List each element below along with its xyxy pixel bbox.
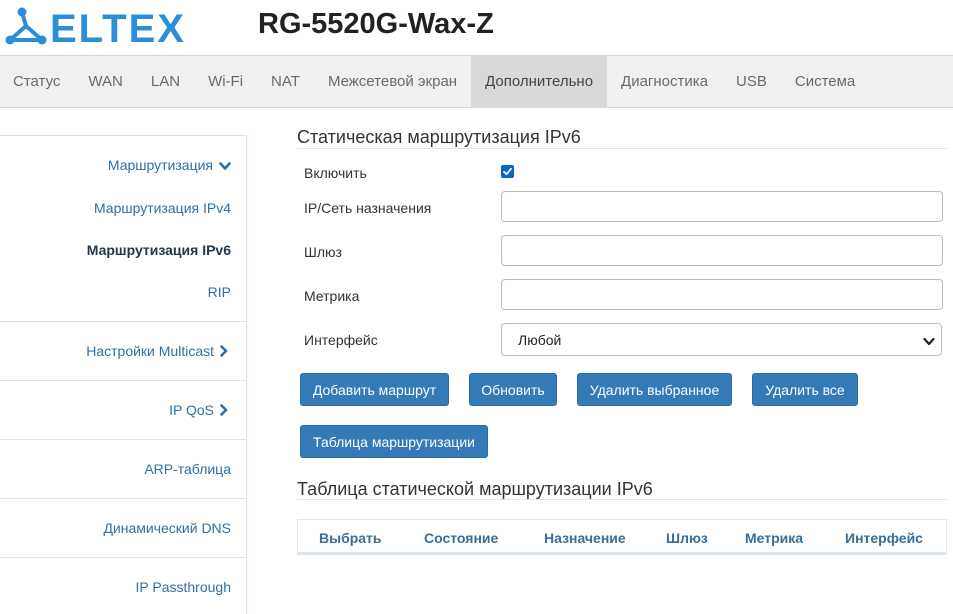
sidebar-divider bbox=[0, 557, 246, 558]
chevron-right-icon bbox=[220, 344, 228, 360]
refresh-button[interactable]: Обновить bbox=[469, 373, 557, 406]
gateway-label: Шлюз bbox=[304, 244, 342, 260]
routing-table-button[interactable]: Таблица маршрутизации bbox=[300, 425, 488, 458]
tab-diagnostics[interactable]: Диагностика bbox=[607, 56, 722, 107]
sidebar: Маршрутизация Маршрутизация IPv4 Маршрут… bbox=[0, 135, 247, 614]
add-route-button[interactable]: Добавить маршрут bbox=[300, 373, 449, 406]
tab-lan[interactable]: LAN bbox=[137, 56, 194, 107]
sidebar-item-routing[interactable]: Маршрутизация bbox=[108, 157, 231, 174]
tab-firewall[interactable]: Межсетевой экран bbox=[314, 56, 471, 107]
chevron-down-icon bbox=[219, 158, 231, 174]
logo-text: ELTEX bbox=[50, 7, 186, 46]
column-header-metric[interactable]: Метрика bbox=[745, 530, 803, 546]
sidebar-divider bbox=[0, 135, 246, 136]
sidebar-item-routing-ipv6[interactable]: Маршрутизация IPv6 bbox=[87, 242, 231, 258]
top-navigation: Статус WAN LAN Wi-Fi NAT Межсетевой экра… bbox=[0, 55, 953, 108]
eltex-logo-mark: ELTEX bbox=[5, 7, 186, 46]
sidebar-item-arp-table[interactable]: ARP-таблица bbox=[144, 461, 231, 477]
interface-select-value: Любой bbox=[518, 332, 562, 348]
sidebar-item-ip-qos[interactable]: IP QoS bbox=[169, 402, 228, 419]
sidebar-divider bbox=[0, 380, 246, 381]
sidebar-item-routing-ipv4[interactable]: Маршрутизация IPv4 bbox=[94, 200, 231, 216]
interface-select[interactable]: Любой bbox=[501, 323, 942, 356]
column-header-state[interactable]: Состояние bbox=[424, 530, 498, 546]
interface-label: Интерфейс bbox=[304, 332, 378, 348]
metric-input[interactable] bbox=[501, 279, 943, 310]
sidebar-divider bbox=[0, 498, 246, 499]
chevron-down-icon bbox=[923, 334, 935, 352]
enable-label: Включить bbox=[304, 165, 367, 181]
metric-label: Метрика bbox=[304, 288, 360, 304]
gateway-input[interactable] bbox=[501, 235, 943, 266]
tab-wifi[interactable]: Wi-Fi bbox=[194, 56, 257, 107]
enable-checkbox[interactable] bbox=[501, 165, 514, 178]
eltex-logo[interactable]: ELTEX bbox=[4, 6, 196, 46]
tab-advanced[interactable]: Дополнительно bbox=[471, 56, 608, 107]
column-header-select[interactable]: Выбрать bbox=[319, 530, 382, 546]
column-header-gateway[interactable]: Шлюз bbox=[666, 530, 708, 546]
sidebar-divider bbox=[0, 439, 246, 440]
routing-table: Выбрать Состояние Назначение Шлюз Метрик… bbox=[297, 519, 947, 555]
column-header-interface[interactable]: Интерфейс bbox=[845, 530, 923, 546]
chevron-right-icon bbox=[220, 403, 228, 419]
sidebar-item-ip-passthrough[interactable]: IP Passthrough bbox=[136, 579, 231, 595]
destination-label: IP/Сеть назначения bbox=[304, 200, 432, 216]
tab-nat[interactable]: NAT bbox=[257, 56, 314, 107]
device-title: RG-5520G-Wax-Z bbox=[258, 8, 494, 40]
sidebar-item-rip[interactable]: RIP bbox=[208, 284, 231, 300]
sidebar-item-multicast[interactable]: Настройки Multicast bbox=[86, 343, 228, 360]
sidebar-divider bbox=[0, 321, 246, 322]
table-title: Таблица статической маршрутизации IPv6 bbox=[297, 479, 653, 499]
checkmark-icon bbox=[503, 167, 512, 176]
sidebar-item-label: IP QoS bbox=[169, 402, 214, 418]
destination-input[interactable] bbox=[501, 191, 943, 222]
section-divider bbox=[297, 148, 947, 149]
delete-selected-button[interactable]: Удалить выбранное bbox=[577, 373, 732, 406]
column-header-destination[interactable]: Назначение bbox=[544, 530, 626, 546]
sidebar-item-dynamic-dns[interactable]: Динамический DNS bbox=[103, 520, 231, 536]
form-title: Статическая маршрутизация IPv6 bbox=[297, 127, 581, 147]
header: ELTEX RG-5520G-Wax-Z bbox=[0, 0, 953, 55]
section-divider bbox=[297, 499, 947, 500]
sidebar-item-label: Настройки Multicast bbox=[86, 343, 214, 359]
tab-system[interactable]: Система bbox=[781, 56, 869, 107]
tab-wan[interactable]: WAN bbox=[74, 56, 136, 107]
tab-status[interactable]: Статус bbox=[0, 56, 74, 107]
tab-usb[interactable]: USB bbox=[722, 56, 781, 107]
delete-all-button[interactable]: Удалить все bbox=[752, 373, 858, 406]
sidebar-item-label: Маршрутизация bbox=[107, 157, 213, 173]
